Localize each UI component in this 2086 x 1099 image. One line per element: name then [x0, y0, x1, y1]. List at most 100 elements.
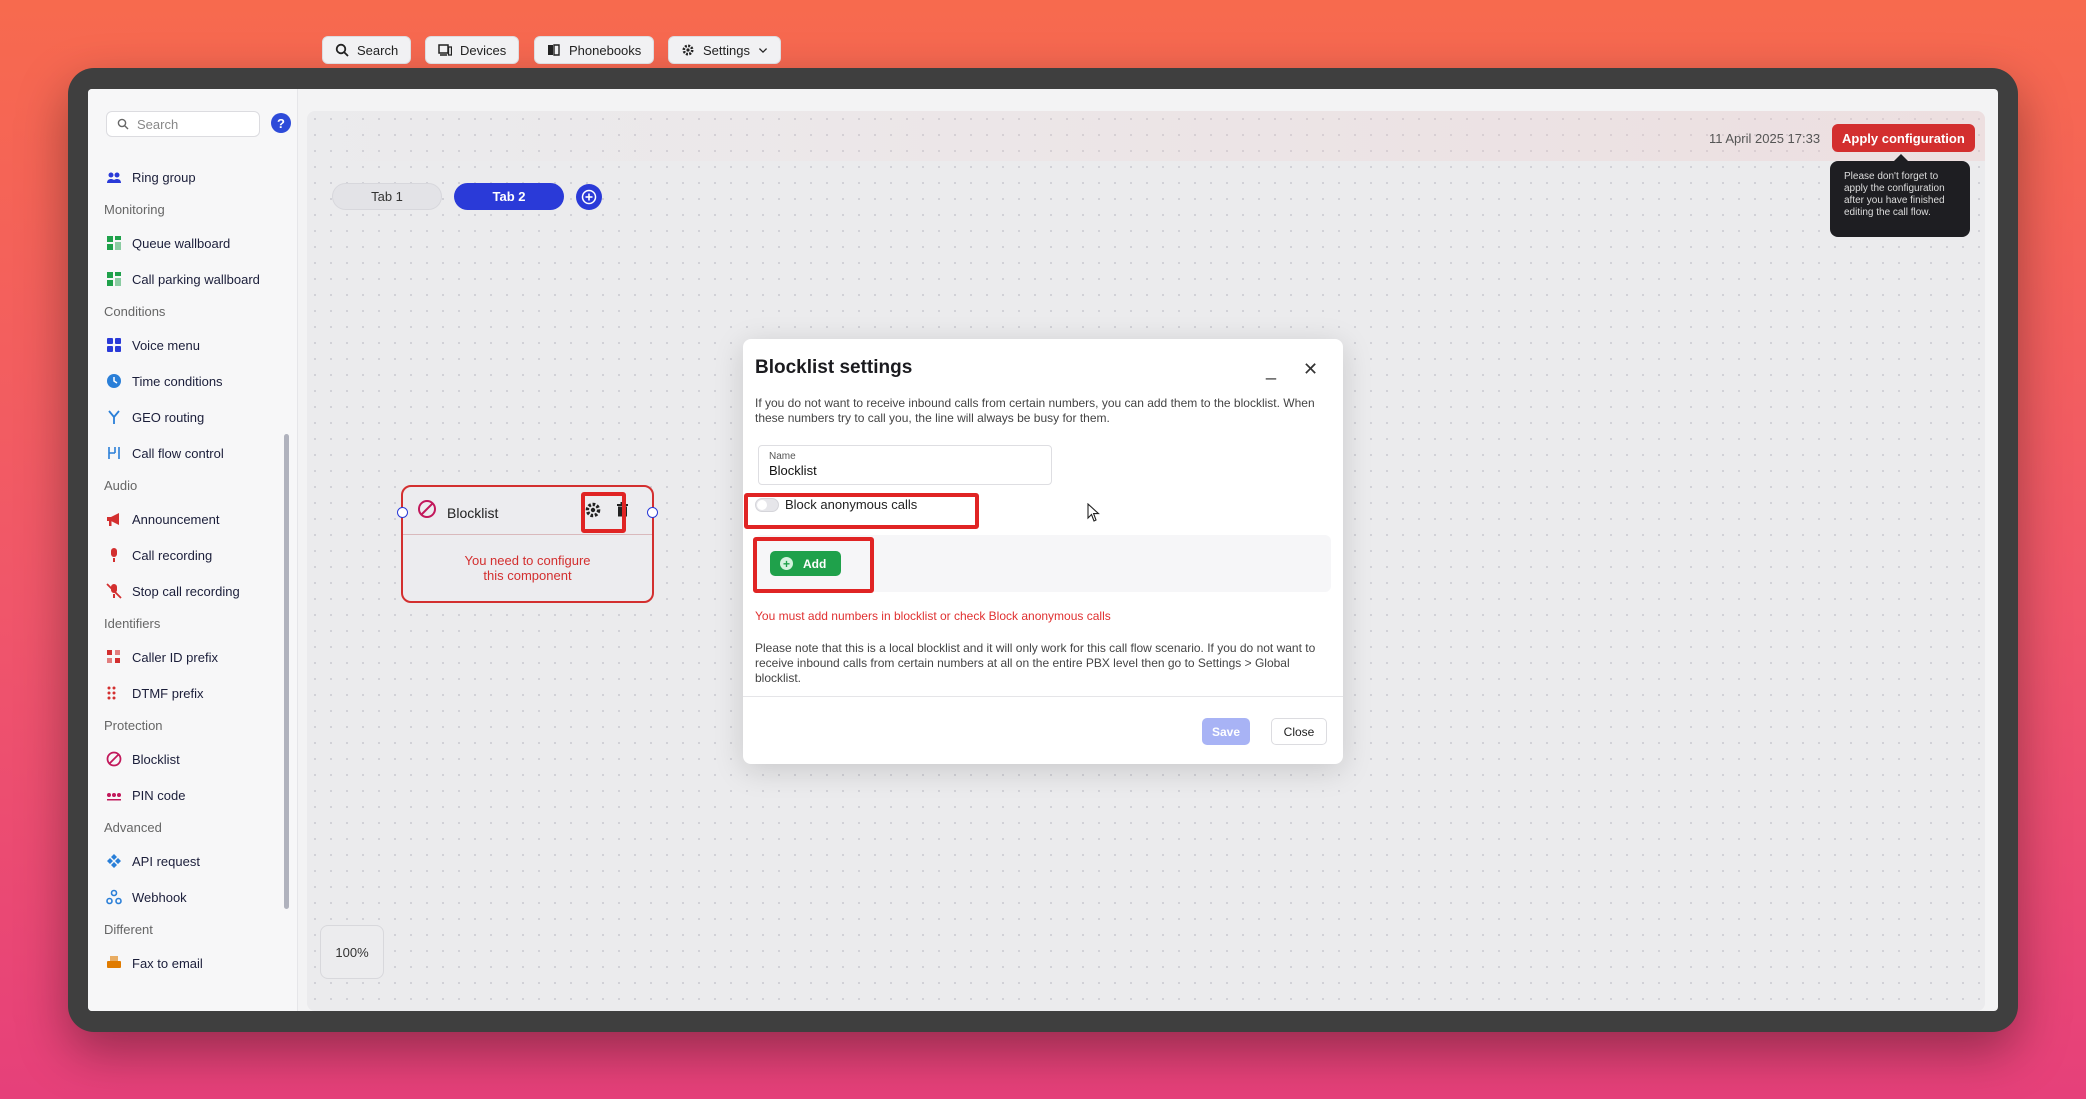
sidebar-item[interactable]: DTMF prefix — [88, 675, 288, 711]
wallboard-icon — [107, 272, 121, 286]
sidebar-item-label: Blocklist — [132, 751, 180, 767]
add-tab-button[interactable] — [576, 184, 602, 210]
sidebar-item[interactable]: GEO routing — [88, 399, 288, 435]
sidebar-item-label: DTMF prefix — [132, 685, 204, 701]
sidebar-item[interactable]: Voice menu — [88, 327, 288, 363]
phonebooks-button[interactable]: Phonebooks — [534, 36, 655, 64]
sidebar-item-label: Call flow control — [132, 445, 224, 461]
sidebar-section-title: Monitoring — [104, 202, 165, 217]
node-warning: You need to configure this component — [403, 553, 652, 583]
name-field-label: Name — [769, 451, 796, 462]
validation-error: You must add numbers in blocklist or che… — [755, 609, 1111, 623]
sidebar: Search ? Ring group Monitoring Queue wal… — [88, 89, 298, 1011]
devices-button[interactable]: Devices — [425, 36, 520, 64]
sidebar-item[interactable]: Blocklist — [88, 741, 288, 777]
sidebar-section-title: Audio — [104, 478, 138, 493]
close-button[interactable]: Close — [1271, 718, 1327, 745]
geo-routing-icon — [108, 410, 120, 424]
settings-dropdown[interactable]: Settings — [668, 36, 781, 64]
sidebar-item-label: Voice menu — [132, 337, 200, 353]
sidebar-component-list: Ring group Monitoring Queue wallboard Ca… — [88, 145, 288, 981]
sidebar-item-label: API request — [132, 853, 200, 869]
name-field-value: Blocklist — [769, 463, 817, 478]
voice-menu-icon — [107, 338, 121, 352]
sidebar-item[interactable]: Call flow control — [88, 435, 288, 471]
sidebar-item-label: PIN code — [132, 787, 186, 803]
sidebar-item[interactable]: PIN code — [88, 777, 288, 813]
microphone-icon — [111, 548, 117, 562]
sidebar-section-title: Protection — [104, 718, 163, 733]
sidebar-item[interactable]: Webhook — [88, 879, 288, 915]
sidebar-item-label: Caller ID prefix — [132, 649, 218, 665]
sidebar-item[interactable]: Announcement — [88, 501, 288, 537]
sidebar-section-title: Different — [104, 922, 153, 937]
clock-icon — [107, 374, 121, 388]
sidebar-item[interactable]: Call recording — [88, 537, 288, 573]
sidebar-item[interactable]: API request — [88, 843, 288, 879]
sidebar-item-label: Call parking wallboard — [132, 271, 260, 287]
call-flow-control-icon — [108, 447, 120, 459]
devices-icon — [438, 44, 452, 56]
sidebar-item-label: Call recording — [132, 547, 213, 563]
name-field[interactable]: Name Blocklist — [758, 445, 1052, 485]
tab-1[interactable]: Tab 1 — [332, 183, 442, 210]
apply-configuration-tooltip: Please don't forget to apply the configu… — [1830, 154, 1970, 237]
toolbar-search-label: Search — [357, 42, 399, 58]
datetime-display: 11 April 2025 17:33 — [1709, 131, 1821, 146]
highlight-block-anonymous — [744, 493, 979, 529]
search-icon — [117, 118, 129, 130]
chevron-down-icon — [758, 48, 768, 54]
node-warning-line2: this component — [483, 568, 572, 583]
modal-description: If you do not want to receive inbound ca… — [755, 396, 1315, 425]
microphone-off-icon — [106, 583, 122, 599]
block-icon — [106, 751, 122, 767]
sidebar-item[interactable]: Fax to email — [88, 945, 288, 981]
sidebar-item-label: Stop call recording — [132, 583, 240, 599]
dtmf-icon — [107, 686, 116, 700]
highlight-add-button — [753, 537, 874, 593]
sidebar-item[interactable]: Call parking wallboard — [88, 261, 288, 297]
sidebar-item[interactable]: Caller ID prefix — [88, 639, 288, 675]
close-icon[interactable]: ✕ — [1303, 359, 1318, 380]
sidebar-section-title: Identifiers — [104, 616, 161, 631]
api-icon — [107, 854, 121, 868]
mouse-cursor-icon — [1087, 503, 1100, 522]
fax-icon — [107, 956, 121, 968]
sidebar-item-label: Announcement — [132, 511, 220, 527]
block-icon — [418, 500, 436, 518]
modal-divider — [743, 696, 1343, 697]
node-input-port[interactable] — [397, 507, 408, 518]
megaphone-icon — [107, 513, 119, 526]
sidebar-section-title: Conditions — [104, 304, 166, 319]
sidebar-scrollbar[interactable] — [284, 434, 289, 909]
webhook-icon — [106, 889, 122, 905]
toolbar-search-button[interactable]: Search — [322, 36, 412, 64]
devices-label: Devices — [460, 42, 507, 58]
save-button[interactable]: Save — [1202, 718, 1250, 745]
highlight-node-settings — [581, 492, 626, 533]
apply-configuration-button[interactable]: Apply configuration — [1832, 124, 1975, 152]
search-placeholder: Search — [137, 116, 179, 132]
sidebar-item-label: Fax to email — [132, 955, 203, 971]
node-title: Blocklist — [447, 505, 499, 521]
search-icon — [335, 43, 349, 57]
zoom-level[interactable]: 100% — [320, 925, 384, 979]
sidebar-item[interactable]: Ring group — [88, 159, 288, 195]
sidebar-item[interactable]: Stop call recording — [88, 573, 288, 609]
node-warning-line1: You need to configure — [464, 553, 591, 568]
sidebar-item[interactable]: Queue wallboard — [88, 225, 288, 261]
minimize-icon[interactable]: _ — [1266, 360, 1276, 381]
sidebar-search-input[interactable]: Search — [106, 111, 260, 137]
node-output-port[interactable] — [647, 507, 658, 518]
sidebar-item-label: Webhook — [132, 889, 187, 905]
sidebar-item[interactable]: Time conditions — [88, 363, 288, 399]
sidebar-item-label: Ring group — [132, 169, 196, 185]
caller-id-icon — [107, 650, 120, 663]
tab-2[interactable]: Tab 2 — [454, 183, 564, 210]
modal-title: Blocklist settings — [755, 357, 913, 378]
wallboard-icon — [107, 236, 121, 250]
sidebar-item-label: Queue wallboard — [132, 235, 231, 251]
sidebar-section-title: Advanced — [104, 820, 162, 835]
help-icon[interactable]: ? — [271, 113, 291, 133]
phonebook-icon — [548, 44, 560, 56]
